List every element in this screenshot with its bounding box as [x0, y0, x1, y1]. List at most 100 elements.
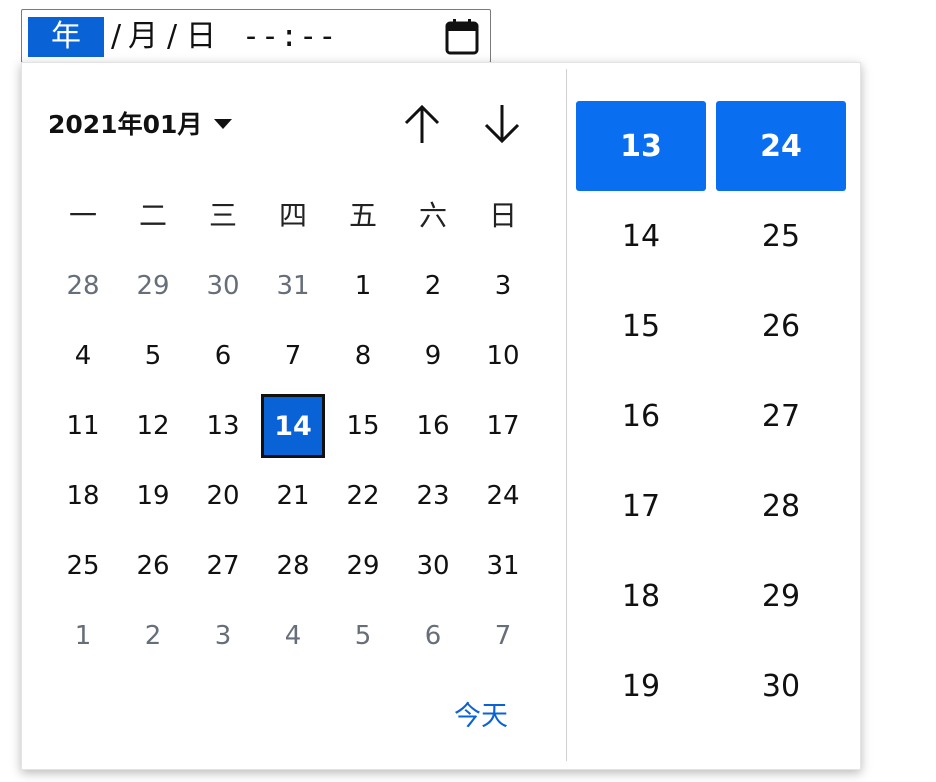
day-number: 4	[74, 341, 92, 371]
day-number: 9	[424, 341, 442, 371]
day-cell[interactable]: 21	[258, 461, 328, 531]
day-cell[interactable]: 9	[398, 321, 468, 391]
weekday-label: 五	[348, 199, 377, 232]
day-number: 29	[136, 271, 170, 301]
minute-column[interactable]: 24 25 26 27 28 29 30	[716, 101, 846, 731]
divider	[566, 69, 567, 761]
hour-option[interactable]: 16	[576, 371, 706, 461]
hour-column[interactable]: 13 14 15 16 17 18 19	[576, 101, 706, 731]
day-cell[interactable]: 3	[188, 601, 258, 671]
day-number: 6	[424, 621, 442, 651]
hour-option-selected[interactable]: 13	[576, 101, 706, 191]
day-cell[interactable]: 18	[48, 461, 118, 531]
day-cell[interactable]: 20	[188, 461, 258, 531]
day-cell[interactable]: 4	[258, 601, 328, 671]
minute-option[interactable]: 29	[716, 551, 846, 641]
day-cell[interactable]: 30	[188, 251, 258, 321]
time-segment[interactable]: --:--	[242, 17, 362, 57]
day-number: 13	[206, 411, 240, 441]
minute-option[interactable]: 28	[716, 461, 846, 551]
day-cell[interactable]: 19	[118, 461, 188, 531]
day-cell[interactable]: 24	[468, 461, 538, 531]
day-cell[interactable]: 5	[328, 601, 398, 671]
minute-option-selected[interactable]: 24	[716, 101, 846, 191]
day-number: 5	[144, 341, 162, 371]
day-cell[interactable]: 3	[468, 251, 538, 321]
day-number: 1	[74, 621, 92, 651]
month-year-label: 2021年01月	[48, 110, 203, 139]
day-cell[interactable]: 15	[328, 391, 398, 461]
hour-option[interactable]: 17	[576, 461, 706, 551]
today-button[interactable]: 今天	[446, 697, 516, 737]
day-cell[interactable]: 29	[118, 251, 188, 321]
day-number: 8	[354, 341, 372, 371]
weekday-label: 四	[278, 199, 307, 232]
day-cell[interactable]: 5	[118, 321, 188, 391]
arrow-down-icon[interactable]	[478, 99, 526, 149]
date-separator: /	[166, 19, 178, 54]
day-number: 31	[486, 551, 520, 581]
year-segment[interactable]: 年	[28, 17, 104, 57]
day-cell[interactable]: 1	[328, 251, 398, 321]
day-number: 2	[144, 621, 162, 651]
arrow-up-icon[interactable]	[398, 99, 446, 149]
day-number: 18	[66, 481, 100, 511]
day-number: 6	[214, 341, 232, 371]
day-number: 3	[494, 271, 512, 301]
day-cell[interactable]: 31	[258, 251, 328, 321]
month-year-dropdown[interactable]: 2021年01月	[48, 103, 233, 143]
day-cell[interactable]: 2	[398, 251, 468, 321]
day-cell[interactable]: 6	[188, 321, 258, 391]
weekday-label: 六	[418, 199, 447, 232]
day-cell[interactable]: 31	[468, 531, 538, 601]
day-number: 14	[261, 394, 325, 458]
day-number: 10	[486, 341, 520, 371]
day-cell[interactable]: 7	[258, 321, 328, 391]
day-cell[interactable]: 17	[468, 391, 538, 461]
hour-option[interactable]: 14	[576, 191, 706, 281]
day-cell[interactable]: 22	[328, 461, 398, 531]
day-cell[interactable]: 28	[258, 531, 328, 601]
day-cell[interactable]: 23	[398, 461, 468, 531]
month-segment[interactable]: 月	[126, 17, 160, 57]
weekday-label: 一	[68, 199, 97, 232]
day-number: 15	[346, 411, 380, 441]
day-cell[interactable]: 25	[48, 531, 118, 601]
day-cell[interactable]: 30	[398, 531, 468, 601]
day-cell[interactable]: 11	[48, 391, 118, 461]
day-cell[interactable]: 8	[328, 321, 398, 391]
day-number: 7	[284, 341, 302, 371]
day-cell-selected[interactable]: 14	[258, 391, 328, 461]
day-segment[interactable]: 日	[184, 17, 218, 57]
day-cell[interactable]: 2	[118, 601, 188, 671]
calendar-icon[interactable]	[442, 17, 482, 57]
day-cell[interactable]: 6	[398, 601, 468, 671]
day-cell[interactable]: 7	[468, 601, 538, 671]
day-number: 30	[416, 551, 450, 581]
hour-option[interactable]: 18	[576, 551, 706, 641]
minute-option[interactable]: 25	[716, 191, 846, 281]
day-cell[interactable]: 4	[48, 321, 118, 391]
day-cell[interactable]: 12	[118, 391, 188, 461]
weekday-label: 二	[138, 199, 167, 232]
day-cell[interactable]: 28	[48, 251, 118, 321]
minute-option[interactable]: 30	[716, 641, 846, 731]
day-cell[interactable]: 10	[468, 321, 538, 391]
day-cell[interactable]: 29	[328, 531, 398, 601]
day-number: 12	[136, 411, 170, 441]
day-number: 28	[276, 551, 310, 581]
day-number: 17	[486, 411, 520, 441]
day-cell[interactable]: 27	[188, 531, 258, 601]
day-cell[interactable]: 13	[188, 391, 258, 461]
minute-option[interactable]: 27	[716, 371, 846, 461]
day-cell[interactable]: 1	[48, 601, 118, 671]
day-cell[interactable]: 16	[398, 391, 468, 461]
minute-option[interactable]: 26	[716, 281, 846, 371]
hour-option[interactable]: 19	[576, 641, 706, 731]
datetime-input[interactable]: 年 / 月 / 日 --:--	[21, 9, 491, 63]
day-number: 22	[346, 481, 380, 511]
day-cell[interactable]: 26	[118, 531, 188, 601]
hour-option[interactable]: 15	[576, 281, 706, 371]
day-number: 21	[276, 481, 310, 511]
day-number: 1	[354, 271, 372, 301]
